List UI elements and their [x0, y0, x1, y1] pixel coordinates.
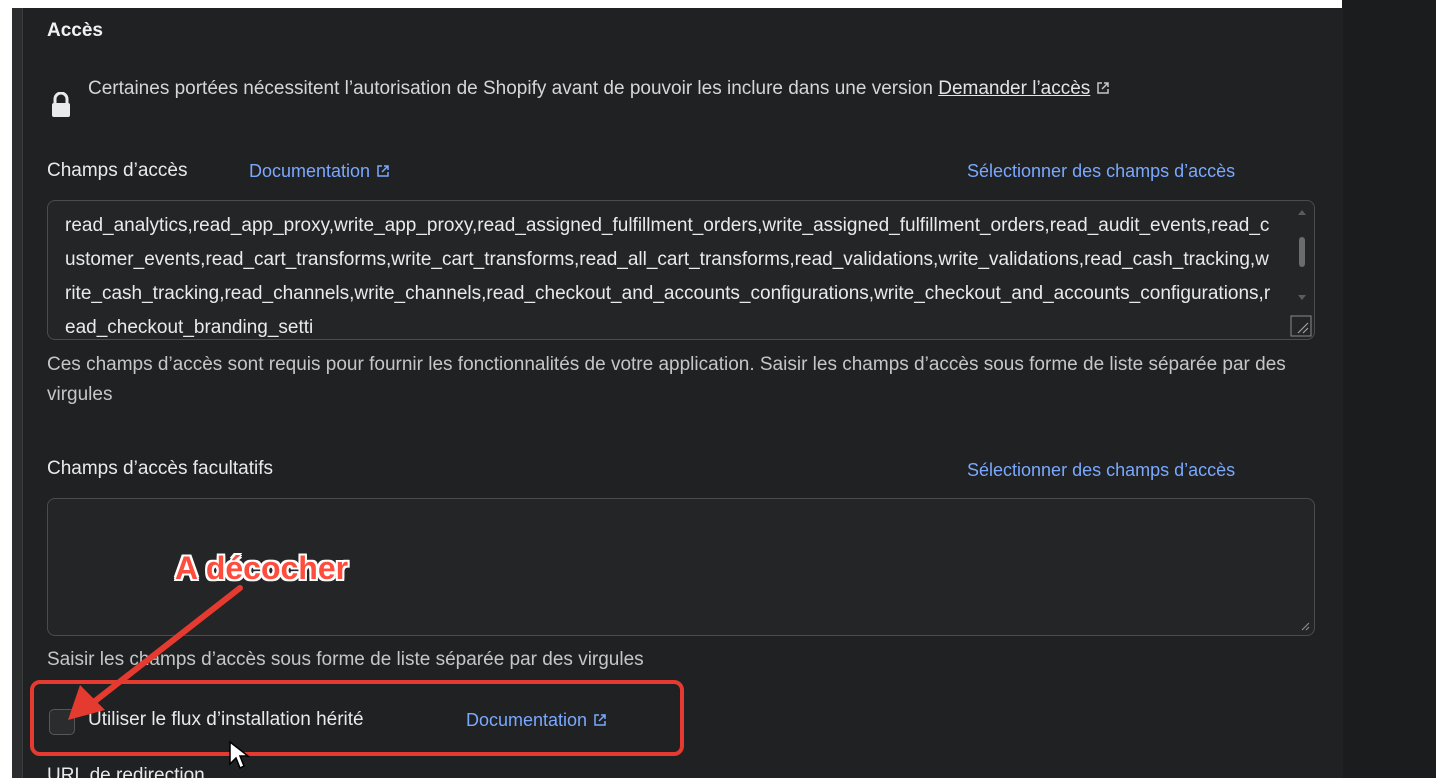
scrollbar[interactable]	[1294, 207, 1310, 303]
access-scopes-textarea[interactable]: read_analytics,read_app_proxy,write_app_…	[47, 200, 1315, 340]
next-section-title: URL de redirection	[47, 765, 205, 778]
optional-scopes-label: Champs d’accès facultatifs	[47, 458, 273, 479]
request-access-link[interactable]: Demander l’accès	[938, 78, 1110, 99]
resize-grip-icon[interactable]	[1300, 621, 1310, 631]
section-title: Accès	[47, 20, 103, 41]
external-link-icon	[377, 165, 389, 177]
notice-text: Certaines portées nécessitent l’autorisa…	[88, 78, 939, 99]
select-optional-scopes-link[interactable]: Sélectionner des champs d’accès	[967, 460, 1235, 481]
left-edge	[0, 0, 12, 778]
right-panel	[1342, 0, 1436, 778]
access-scopes-value: read_analytics,read_app_proxy,write_app_…	[65, 215, 1271, 337]
mouse-cursor-icon	[229, 740, 250, 770]
lock-icon	[52, 92, 70, 117]
access-scopes-doc-link[interactable]: Documentation	[249, 161, 390, 182]
access-scopes-label: Champs d’accès	[47, 160, 188, 181]
external-link-icon	[1097, 82, 1110, 94]
permission-notice: Certaines portées nécessitent l’autorisa…	[88, 74, 1308, 104]
access-scopes-help: Ces champs d’accès sont requis pour four…	[47, 354, 1286, 405]
resize-handle-icon[interactable]	[1290, 315, 1312, 337]
annotation-arrow-icon	[68, 585, 243, 720]
top-edge	[0, 0, 1436, 8]
select-access-scopes-link[interactable]: Sélectionner des champs d’accès	[967, 161, 1235, 182]
page: Accès Certaines portées nécessitent l’au…	[0, 0, 1436, 778]
